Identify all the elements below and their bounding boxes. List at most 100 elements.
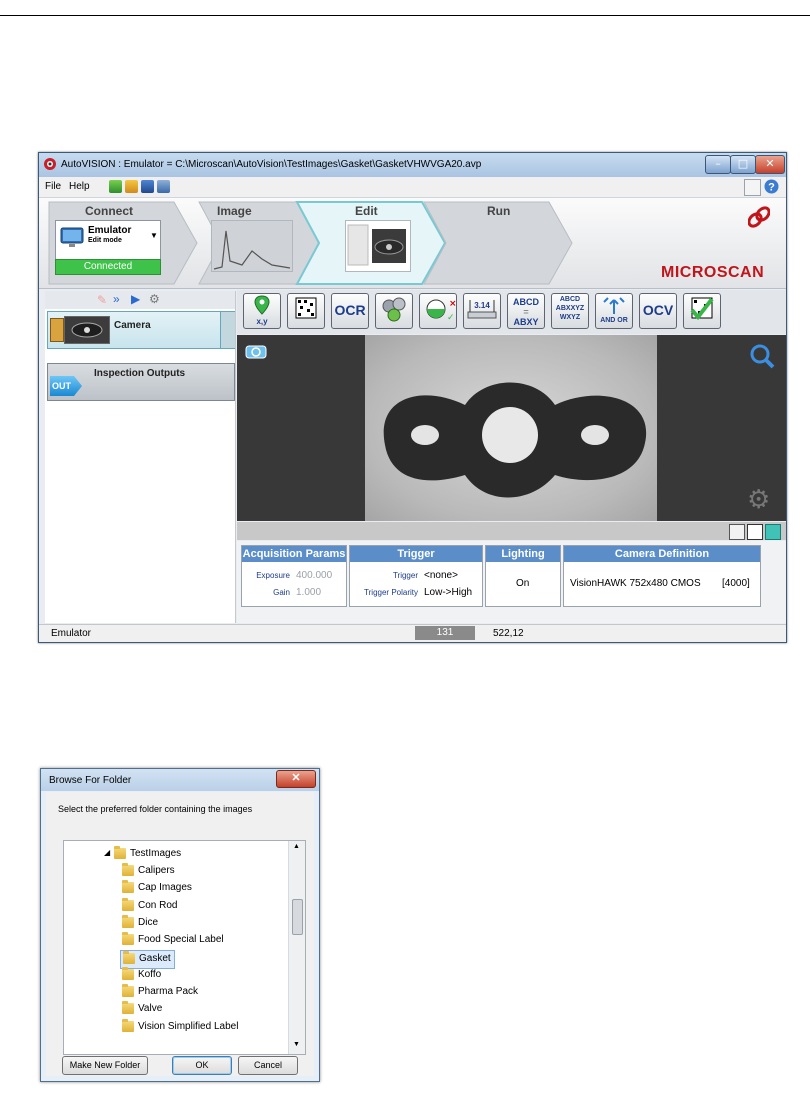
ok-button[interactable]: OK bbox=[172, 1056, 232, 1075]
edit-thumbnail[interactable] bbox=[345, 220, 411, 272]
node-expander[interactable] bbox=[220, 312, 235, 348]
gasket-thumbnail bbox=[347, 224, 406, 266]
save-as-icon[interactable] bbox=[157, 180, 170, 193]
play-icon[interactable]: ▶ bbox=[131, 292, 140, 306]
folder-tree-scrollbar[interactable]: ▲ ▼ bbox=[288, 841, 305, 1054]
layout-list-icon[interactable] bbox=[729, 524, 745, 540]
status-mode: Emulator bbox=[51, 628, 92, 639]
help-icon[interactable]: ? bbox=[764, 179, 779, 194]
link-icon[interactable] bbox=[748, 206, 770, 228]
blob-tool-button[interactable] bbox=[375, 293, 413, 329]
trigger-panel[interactable]: Trigger Trigger <none> Trigger Polarity … bbox=[349, 545, 483, 607]
zoom-icon[interactable] bbox=[749, 343, 775, 369]
gear-icon[interactable]: ⚙ bbox=[747, 485, 770, 515]
measure-tool-value: 3.14 bbox=[474, 301, 490, 310]
folder-item[interactable]: Pharma Pack bbox=[120, 984, 201, 1001]
minimize-button[interactable]: – bbox=[705, 155, 731, 174]
folder-item[interactable]: Con Rod bbox=[120, 897, 180, 915]
cancel-button[interactable]: Cancel bbox=[238, 1056, 298, 1075]
gasket-shape bbox=[383, 382, 647, 498]
menu-help[interactable]: Help bbox=[69, 181, 90, 192]
ocv-tool-button[interactable]: OCV bbox=[639, 293, 677, 329]
scroll-up-icon[interactable]: ▲ bbox=[293, 843, 300, 850]
folder-icon bbox=[122, 863, 134, 876]
locate-tool-button[interactable]: x,y bbox=[243, 293, 281, 329]
histogram-thumbnail[interactable] bbox=[211, 220, 293, 272]
gasket-image[interactable] bbox=[365, 335, 657, 521]
folder-label: Dice bbox=[138, 916, 159, 928]
folder-icon bbox=[122, 1001, 134, 1015]
dialog-prompt: Select the preferred folder containing t… bbox=[58, 804, 253, 814]
layout-horizontal-icon[interactable] bbox=[765, 524, 781, 540]
folder-item[interactable]: Cap Images bbox=[120, 880, 195, 897]
monitor-icon bbox=[60, 227, 84, 247]
step-image[interactable]: Image bbox=[217, 204, 252, 218]
camera-parameters: Acquisition Params Exposure 400.000 Gain… bbox=[237, 541, 786, 623]
trigger-polarity-value[interactable]: Low->High bbox=[424, 587, 472, 598]
settings-icon[interactable]: ⚙ bbox=[149, 292, 160, 306]
lighting-mode-panel[interactable]: Lighting Mode On bbox=[485, 545, 561, 607]
step-run[interactable]: Run bbox=[487, 204, 510, 218]
folder-item[interactable]: Gasket bbox=[120, 949, 175, 969]
verify-check-icon bbox=[690, 297, 714, 321]
datamatrix-tool-button[interactable] bbox=[287, 293, 325, 329]
save-icon[interactable] bbox=[141, 180, 154, 193]
measure-tool-button[interactable]: 3.14 bbox=[463, 293, 501, 329]
close-button[interactable]: ✕ bbox=[755, 155, 785, 174]
folder-item[interactable]: Koffo bbox=[120, 966, 164, 984]
exposure-value[interactable]: 400.000 bbox=[296, 570, 332, 581]
folder-item[interactable]: Calipers bbox=[120, 863, 178, 880]
scrollbar-thumb[interactable] bbox=[292, 899, 303, 935]
menu-file[interactable]: File bbox=[45, 181, 61, 192]
document-icon[interactable] bbox=[744, 179, 761, 196]
tree-root-label: TestImages bbox=[130, 848, 182, 859]
folder-icon bbox=[122, 914, 134, 928]
folder-item[interactable]: Food Special Label bbox=[120, 932, 227, 949]
presence-tool-button[interactable]: × ✓ bbox=[419, 293, 457, 329]
step-connect[interactable]: Connect bbox=[85, 204, 133, 218]
camera-definition-panel[interactable]: Camera Definition VisionHAWK 752x480 CMO… bbox=[563, 545, 761, 607]
trigger-value[interactable]: <none> bbox=[424, 570, 458, 581]
camera-snap-icon[interactable] bbox=[245, 343, 267, 359]
lighting-mode-header: Lighting Mode bbox=[486, 546, 560, 576]
chevrons-down-icon[interactable]: » bbox=[113, 292, 120, 306]
lighting-mode-value[interactable]: On bbox=[516, 578, 529, 589]
collapse-arrow-icon[interactable]: ◢ bbox=[104, 848, 110, 857]
folder-icon bbox=[122, 932, 134, 946]
make-new-folder-button[interactable]: Make New Folder bbox=[62, 1056, 148, 1075]
drag-handle-icon[interactable] bbox=[50, 318, 64, 342]
acquisition-params-panel[interactable]: Acquisition Params Exposure 400.000 Gain… bbox=[241, 545, 347, 607]
svg-text:✓: ✓ bbox=[447, 313, 455, 323]
tree-node-camera[interactable]: Camera bbox=[47, 311, 235, 349]
ocr-tool-button[interactable]: OCR bbox=[331, 293, 369, 329]
dialog-close-button[interactable]: ✕ bbox=[276, 770, 316, 788]
tree-node-inspection-outputs[interactable]: OUT Inspection Outputs bbox=[47, 363, 235, 401]
folder-icon bbox=[123, 950, 135, 964]
scroll-down-icon[interactable]: ▼ bbox=[293, 1041, 300, 1048]
exposure-label: Exposure bbox=[256, 571, 290, 580]
chevron-down-icon[interactable]: ▼ bbox=[150, 231, 158, 240]
sort-string-tool-button[interactable]: ABCD ABXXYZ WXYZ bbox=[551, 293, 589, 329]
logic-tool-button[interactable]: AND OR bbox=[595, 293, 633, 329]
layout-split-icon[interactable] bbox=[747, 524, 763, 540]
new-job-icon[interactable] bbox=[109, 180, 122, 193]
camera-definition-header: Camera Definition bbox=[564, 546, 760, 562]
image-viewer[interactable]: ⚙ bbox=[237, 335, 786, 521]
folder-item[interactable]: Valve bbox=[120, 1001, 165, 1018]
verify-tool-button[interactable] bbox=[683, 293, 721, 329]
open-folder-icon[interactable] bbox=[125, 180, 138, 193]
branch-arrows-icon bbox=[603, 297, 625, 314]
gain-value[interactable]: 1.000 bbox=[296, 587, 321, 598]
dialog-title-bar[interactable]: Browse For Folder ✕ bbox=[41, 769, 319, 791]
maximize-button[interactable]: □ bbox=[730, 155, 756, 174]
caliper-icon: 3.14 bbox=[467, 300, 497, 319]
title-bar[interactable]: AutoVISION : Emulator = C:\Microscan\Aut… bbox=[39, 153, 786, 177]
folder-item[interactable]: Dice bbox=[120, 914, 161, 932]
step-edit[interactable]: Edit bbox=[355, 204, 378, 218]
sort-top: ABCD bbox=[559, 296, 581, 303]
folder-tree[interactable]: ◢ TestImages Calipers Cap Images Con Rod Di… bbox=[63, 840, 306, 1055]
eraser-icon[interactable]: ✎ bbox=[97, 293, 107, 307]
match-string-tool-button[interactable]: ABCD = ABXY bbox=[507, 293, 545, 329]
folder-item[interactable]: Vision Simplified Label bbox=[120, 1018, 241, 1036]
dialog-body: Select the preferred folder containing t… bbox=[46, 792, 314, 1076]
